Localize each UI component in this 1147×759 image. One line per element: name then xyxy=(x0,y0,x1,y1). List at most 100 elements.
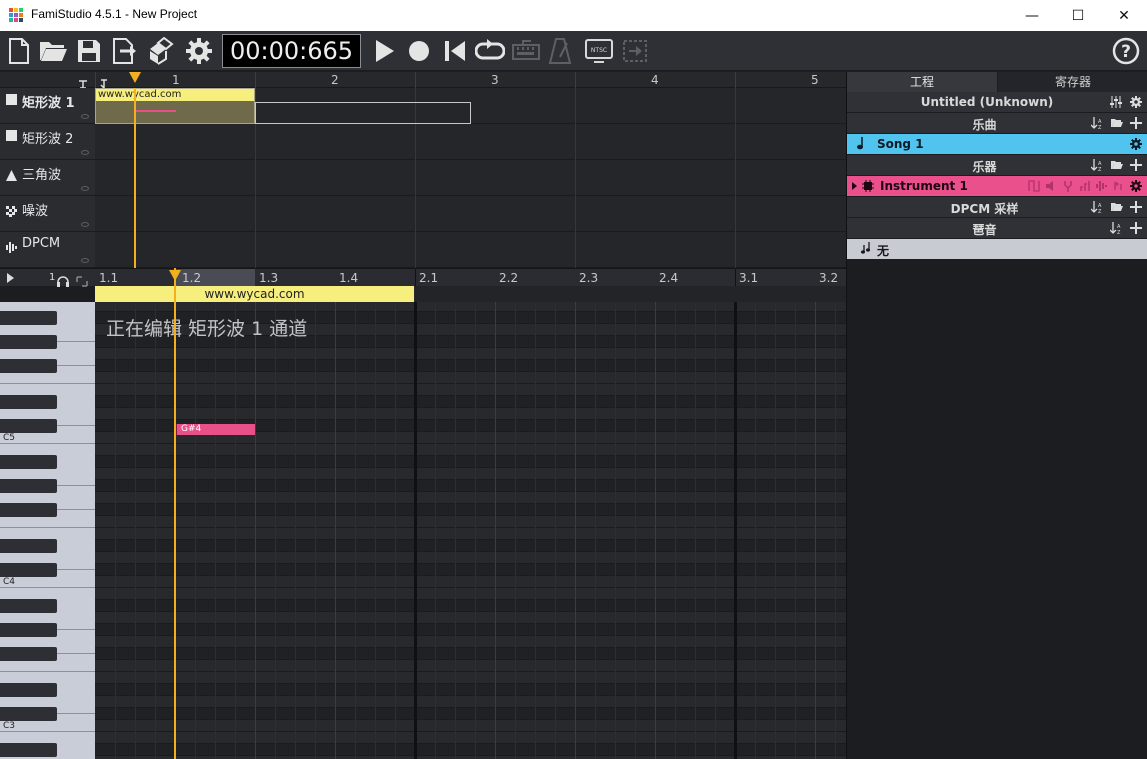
headphones-icon[interactable] xyxy=(57,272,69,291)
visibility-eye-icon[interactable] xyxy=(81,222,89,227)
loop-icon[interactable] xyxy=(475,36,505,66)
svg-text:Z: Z xyxy=(1098,209,1102,213)
add-icon[interactable] xyxy=(1129,200,1142,213)
channel-dpcm[interactable]: DPCM xyxy=(0,232,95,268)
record-icon[interactable] xyxy=(404,36,434,66)
snap-grid-icon[interactable] xyxy=(76,272,88,291)
grid-line xyxy=(315,302,316,759)
piano-black-key[interactable] xyxy=(0,563,57,577)
sort-icon[interactable]: AZ xyxy=(1091,200,1104,213)
copy-paste-icon[interactable] xyxy=(146,36,176,66)
duty-cycle-icon[interactable] xyxy=(1027,179,1040,192)
fine-pitch-icon[interactable] xyxy=(1112,179,1125,192)
arpeggio-none-item[interactable]: 无 xyxy=(847,239,1147,260)
sort-icon[interactable]: AZ xyxy=(1110,221,1123,234)
waveform-icon[interactable] xyxy=(1095,179,1108,192)
gear-icon[interactable] xyxy=(1129,95,1142,108)
sort-icon[interactable]: AZ xyxy=(1091,116,1104,129)
piano-black-key[interactable] xyxy=(0,683,57,697)
help-label: ? xyxy=(1121,42,1131,62)
export-icon[interactable] xyxy=(110,36,140,66)
visibility-eye-icon[interactable] xyxy=(81,150,89,155)
add-icon[interactable] xyxy=(1129,158,1142,171)
piano-black-key[interactable] xyxy=(0,743,57,757)
selection-rectangle[interactable] xyxy=(255,102,471,124)
piano-black-key[interactable] xyxy=(0,395,57,409)
piano-black-key[interactable] xyxy=(0,503,57,517)
project-title-row[interactable]: Untitled (Unknown) xyxy=(847,92,1147,113)
pattern-block[interactable]: www.wycad.com xyxy=(95,88,255,124)
minimize-button[interactable]: — xyxy=(1009,0,1055,31)
piano-black-key[interactable] xyxy=(0,539,57,553)
metronome-icon[interactable] xyxy=(545,36,575,66)
sequencer-row[interactable] xyxy=(95,160,846,196)
piano-black-key[interactable] xyxy=(0,311,57,325)
close-button[interactable]: ✕ xyxy=(1101,0,1147,31)
gear-icon[interactable] xyxy=(1129,137,1142,150)
sequencer-playhead-marker[interactable] xyxy=(129,72,141,83)
sequencer-row[interactable] xyxy=(95,124,846,160)
channel-square-1[interactable]: 矩形波 1 xyxy=(0,88,95,124)
channel-square-2[interactable]: 矩形波 2 xyxy=(0,124,95,160)
piano-black-key[interactable] xyxy=(0,479,57,493)
piano-black-key[interactable] xyxy=(0,599,57,613)
piano-black-key[interactable] xyxy=(0,647,57,661)
dpcm-header[interactable]: DPCM 采样 AZ xyxy=(847,197,1147,218)
open-folder-icon[interactable] xyxy=(1110,158,1123,171)
piano-black-key[interactable] xyxy=(0,623,57,637)
song-item[interactable]: Song 1 xyxy=(847,134,1147,155)
piano-keyboard-icon[interactable] xyxy=(511,36,541,66)
open-folder-icon[interactable] xyxy=(1110,200,1123,213)
note-g-sharp-4[interactable]: G#4 xyxy=(175,424,255,435)
piano-black-key[interactable] xyxy=(0,335,57,349)
gear-icon[interactable] xyxy=(1129,179,1142,192)
piano-black-key[interactable] xyxy=(0,419,57,433)
add-icon[interactable] xyxy=(1129,221,1142,234)
settings-gear-icon[interactable] xyxy=(184,36,214,66)
instrument-item[interactable]: Instrument 1 xyxy=(847,176,1147,197)
piano-black-key[interactable] xyxy=(0,707,57,721)
add-icon[interactable] xyxy=(1129,116,1142,129)
piano-keyboard[interactable]: C5 C4 C3 xyxy=(0,302,95,759)
piano-black-key[interactable] xyxy=(0,359,57,373)
open-folder-icon[interactable] xyxy=(38,36,68,66)
songs-header[interactable]: 乐曲 AZ xyxy=(847,113,1147,134)
jump-icon[interactable] xyxy=(620,36,650,66)
mixer-icon[interactable] xyxy=(1110,95,1123,108)
visibility-eye-icon[interactable] xyxy=(81,114,89,119)
sequencer-row[interactable] xyxy=(95,196,846,232)
play-icon[interactable] xyxy=(369,36,399,66)
visibility-eye-icon[interactable] xyxy=(81,186,89,191)
pitch-envelope-icon[interactable] xyxy=(1061,179,1074,192)
save-icon[interactable] xyxy=(74,36,104,66)
sequencer-header[interactable]: 1 2 3 4 5 xyxy=(0,72,846,89)
tab-registers[interactable]: 寄存器 xyxy=(998,72,1147,92)
note-grid[interactable]: 正在编辑 矩形波 1 通道 G#4 xyxy=(95,302,846,759)
arpeggio-header[interactable]: 琶音 AZ xyxy=(847,218,1147,239)
open-folder-icon[interactable] xyxy=(1110,116,1123,129)
snap-icon[interactable] xyxy=(99,74,109,89)
maximize-button[interactable]: ☐ xyxy=(1055,0,1101,31)
sort-icon[interactable]: AZ xyxy=(1091,158,1104,171)
sequencer-row[interactable] xyxy=(95,232,846,268)
expand-arrow-icon[interactable] xyxy=(7,273,14,283)
empty-pattern-area[interactable] xyxy=(415,286,846,302)
grid-line xyxy=(535,302,536,759)
piano-black-key[interactable] xyxy=(0,455,57,469)
pattern-label[interactable]: www.wycad.com xyxy=(95,286,414,302)
follow-mode-icon[interactable] xyxy=(78,74,88,89)
arpeggio-envelope-icon[interactable] xyxy=(1078,179,1091,192)
ntsc-icon[interactable]: NTSC xyxy=(584,36,614,66)
channel-noise[interactable]: 噪波 xyxy=(0,196,95,232)
piano-roll-header[interactable]: 1 1.1 1.2 1.3 1.4 2.1 2.2 2.3 2.4 3.1 3.… xyxy=(0,268,846,287)
volume-envelope-icon[interactable] xyxy=(1044,179,1057,192)
help-button[interactable]: ? xyxy=(1111,36,1141,66)
channel-triangle[interactable]: 三角波 xyxy=(0,160,95,196)
piano-key-divider xyxy=(0,587,95,588)
visibility-eye-icon[interactable] xyxy=(81,258,89,263)
instruments-header[interactable]: 乐器 AZ xyxy=(847,155,1147,176)
expand-arrow-icon[interactable] xyxy=(852,182,857,190)
tab-project[interactable]: 工程 xyxy=(847,72,997,92)
new-file-icon[interactable] xyxy=(4,36,34,66)
rewind-icon[interactable] xyxy=(440,36,470,66)
